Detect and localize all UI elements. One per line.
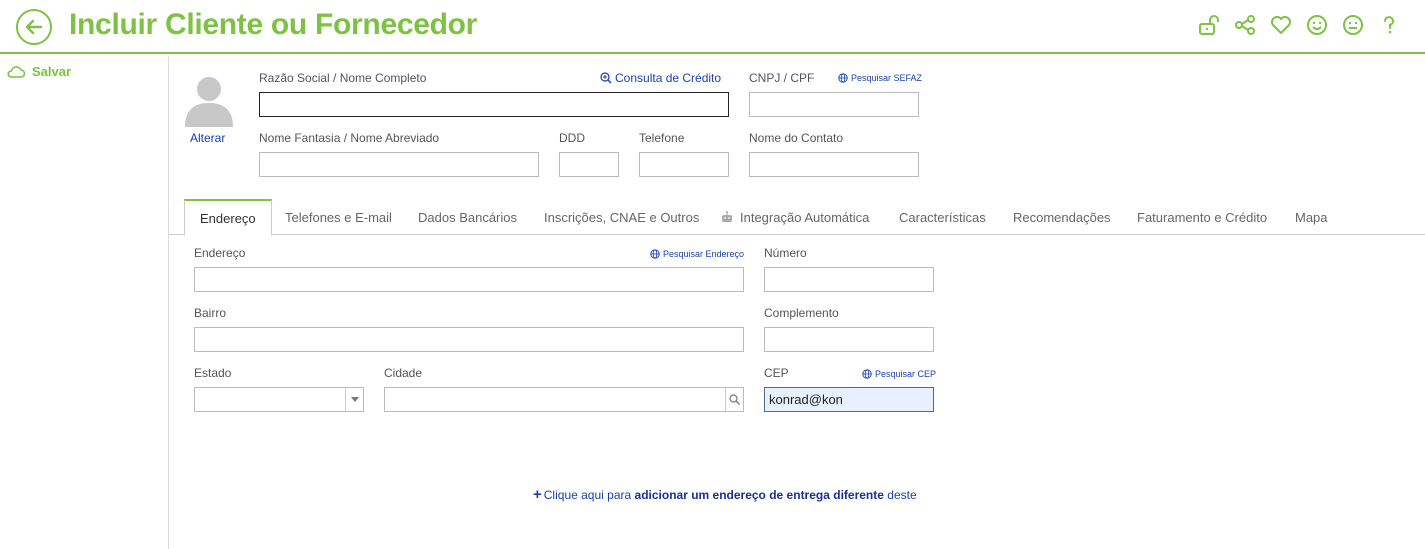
header-actions <box>1197 12 1401 38</box>
pesquisar-cep-label: Pesquisar CEP <box>875 369 937 379</box>
cep-input[interactable] <box>764 387 934 412</box>
complemento-input[interactable] <box>764 327 934 352</box>
share-icon[interactable] <box>1233 12 1257 38</box>
tab-telefones-email[interactable]: Telefones e E-mail <box>285 199 392 235</box>
nome-contato-input[interactable] <box>749 152 919 177</box>
telefone-input[interactable] <box>639 152 729 177</box>
endereco-label: Endereço <box>194 246 246 260</box>
razao-social-input[interactable] <box>259 92 729 117</box>
plus-icon: + <box>533 486 542 503</box>
avatar <box>181 71 237 127</box>
endereco-input[interactable] <box>194 267 744 292</box>
pesquisar-endereco-label: Pesquisar Endereço <box>663 249 745 259</box>
numero-label: Número <box>764 246 807 260</box>
consulta-credito-label: Consulta de Crédito <box>615 71 722 85</box>
page-title: Incluir Cliente ou Fornecedor <box>69 8 478 41</box>
cidade-field[interactable] <box>384 387 744 412</box>
globe-icon <box>650 249 660 259</box>
tab-faturamento[interactable]: Faturamento e Crédito <box>1137 199 1267 235</box>
telefone-label: Telefone <box>639 131 685 145</box>
tab-caracteristicas[interactable]: Características <box>899 199 986 235</box>
cidade-label: Cidade <box>384 366 423 380</box>
tab-inscricoes[interactable]: Inscrições, CNAE e Outros <box>544 199 699 235</box>
tab-endereco[interactable]: Endereço <box>184 199 272 236</box>
smile-icon[interactable] <box>1305 12 1329 38</box>
pesquisar-endereco-link[interactable]: Pesquisar Endereço <box>650 249 744 259</box>
sidebar: Salvar <box>0 56 169 549</box>
cnpj-input[interactable] <box>749 92 919 117</box>
estado-label: Estado <box>194 366 232 380</box>
pesquisar-sefaz-link[interactable]: Pesquisar SEFAZ <box>838 73 922 83</box>
estado-select[interactable] <box>194 387 364 412</box>
help-icon[interactable] <box>1377 12 1401 38</box>
neutral-face-icon[interactable] <box>1341 12 1365 38</box>
fantasia-label: Nome Fantasia / Nome Abreviado <box>259 131 440 145</box>
tab-bar: Endereço Telefones e E-mail Dados Bancár… <box>169 199 1425 236</box>
unlock-icon[interactable] <box>1197 12 1221 38</box>
add-delivery-suffix: deste <box>887 488 917 502</box>
tab-mapa[interactable]: Mapa <box>1295 199 1328 235</box>
razao-label: Razão Social / Nome Completo <box>259 71 427 85</box>
change-photo-link[interactable]: Alterar <box>190 131 225 145</box>
cloud-icon <box>7 65 26 78</box>
tab-integracao-label: Integração Automática <box>740 209 870 225</box>
complemento-label: Complemento <box>764 306 839 320</box>
contato-label: Nome do Contato <box>749 131 844 145</box>
cep-label: CEP <box>764 366 789 380</box>
ddd-label: DDD <box>559 131 585 145</box>
save-label: Salvar <box>32 64 72 79</box>
add-delivery-address-link[interactable]: + Clique aqui para adicionar um endereço … <box>533 486 917 503</box>
search-icon[interactable] <box>725 388 743 411</box>
robot-icon <box>722 211 732 222</box>
consulta-credito-link[interactable]: Consulta de Crédito <box>600 71 721 85</box>
zoom-in-icon <box>600 72 612 84</box>
nome-fantasia-input[interactable] <box>259 152 539 177</box>
pesquisar-sefaz-label: Pesquisar SEFAZ <box>851 73 923 83</box>
add-delivery-prefix: Clique aqui para <box>543 488 632 502</box>
heart-icon[interactable] <box>1269 12 1293 38</box>
ddd-input[interactable] <box>559 152 619 177</box>
globe-icon <box>838 73 848 83</box>
chevron-down-icon[interactable] <box>345 388 363 411</box>
bairro-label: Bairro <box>194 306 227 320</box>
bairro-input[interactable] <box>194 327 744 352</box>
cnpj-label: CNPJ / CPF <box>749 71 815 85</box>
header-bar: Incluir Cliente ou Fornecedor <box>0 0 1425 54</box>
tab-integracao[interactable]: Integração Automática <box>720 199 869 235</box>
back-arrow-icon[interactable] <box>16 9 52 45</box>
globe-icon <box>862 369 872 379</box>
add-delivery-bold: adicionar um endereço de entrega diferen… <box>634 488 884 502</box>
pesquisar-cep-link[interactable]: Pesquisar CEP <box>862 369 936 379</box>
save-button[interactable]: Salvar <box>6 64 71 79</box>
tab-dados-bancarios[interactable]: Dados Bancários <box>418 199 517 235</box>
tab-recomendacoes[interactable]: Recomendações <box>1013 199 1111 235</box>
numero-input[interactable] <box>764 267 934 292</box>
